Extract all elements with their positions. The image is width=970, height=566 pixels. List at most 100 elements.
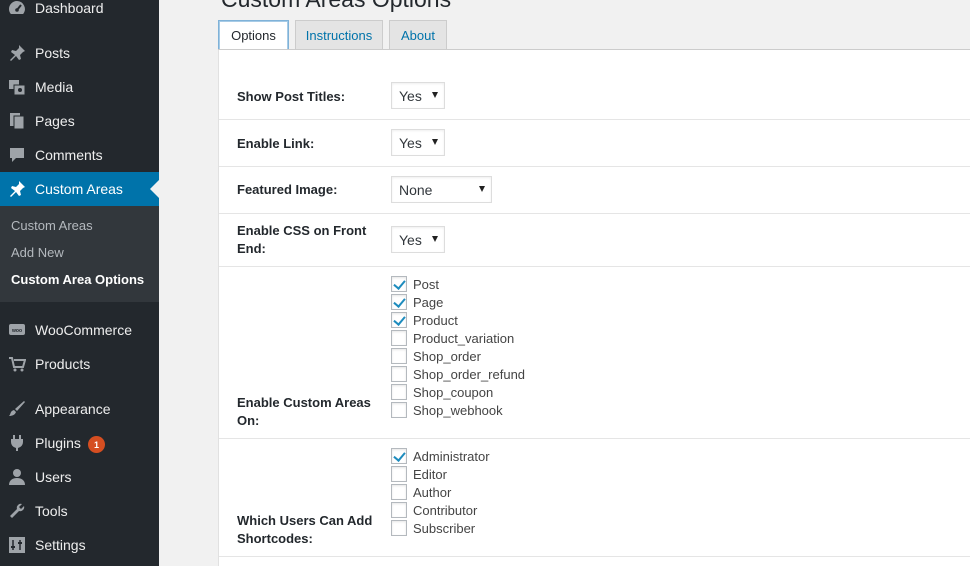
checkbox-product-variation[interactable]: Product_variation <box>391 329 514 347</box>
admin-sidebar: Dashboard Posts Media Pages Comments Cus… <box>0 0 159 566</box>
wrench-icon <box>8 502 26 520</box>
checkbox-label: Administrator <box>413 448 490 464</box>
menu-label: Comments <box>35 147 103 163</box>
menu-label: Pages <box>35 113 75 129</box>
checkbox[interactable] <box>391 276 407 292</box>
checkbox[interactable] <box>391 366 407 382</box>
menu-item-custom-areas[interactable]: Custom Areas <box>0 172 159 206</box>
label-line: End: <box>237 241 266 256</box>
menu-item-users[interactable]: Users <box>0 460 159 494</box>
checkbox-product[interactable]: Product <box>391 311 458 329</box>
tab-options[interactable]: Options <box>218 20 289 51</box>
checkbox-label: Product <box>413 312 458 328</box>
select-value: Yes <box>399 135 422 151</box>
menu-label: Posts <box>35 45 71 61</box>
checkbox[interactable] <box>391 502 407 518</box>
menu-item-pages[interactable]: Pages <box>0 104 159 138</box>
checkbox-label: Editor <box>413 466 447 482</box>
label-line: Which Users Can Add <box>237 513 373 528</box>
checkbox-label: Shop_coupon <box>413 384 494 400</box>
menu-label: Custom Areas <box>35 181 123 197</box>
checkbox-administrator[interactable]: Administrator <box>391 447 490 465</box>
featured-image-select[interactable]: None <box>391 176 492 203</box>
menu-label: Settings <box>35 537 86 553</box>
menu-label: Tools <box>35 503 68 519</box>
enable-link-select[interactable]: Yes <box>391 129 445 156</box>
enable-css-select[interactable]: Yes <box>391 226 445 253</box>
checkbox[interactable] <box>391 348 407 364</box>
submenu-item-custom-areas[interactable]: Custom Areas <box>11 218 93 234</box>
checkbox-post[interactable]: Post <box>391 275 439 293</box>
menu-item-products[interactable]: Products <box>0 347 159 381</box>
active-menu-arrow <box>150 180 159 198</box>
checkbox-label: Subscriber <box>413 520 476 536</box>
menu-item-settings[interactable]: Settings <box>0 528 159 562</box>
checkbox[interactable] <box>391 520 407 536</box>
menu-item-plugins[interactable]: Plugins 1 <box>0 426 159 460</box>
menu-label: Media <box>35 79 74 95</box>
checkbox-contributor[interactable]: Contributor <box>391 501 477 519</box>
menu-item-posts[interactable]: Posts <box>0 36 159 70</box>
checkbox[interactable] <box>391 402 407 418</box>
tab-instructions[interactable]: Instructions <box>295 20 383 50</box>
menu-label: Appearance <box>35 401 111 417</box>
checkbox-label: Post <box>413 276 440 292</box>
menu-item-comments[interactable]: Comments <box>0 138 159 172</box>
row-divider <box>219 119 970 120</box>
menu-item-dashboard[interactable]: Dashboard <box>0 0 159 25</box>
woo-icon: woo <box>8 321 26 339</box>
checkbox-page[interactable]: Page <box>391 293 443 311</box>
show-post-titles-select[interactable]: Yes <box>391 82 445 109</box>
dropdown-arrow-icon <box>432 92 438 98</box>
checkbox[interactable] <box>391 312 407 328</box>
label-line: Shortcodes: <box>237 531 313 546</box>
users-shortcodes-label: Which Users Can Add Shortcodes: <box>237 512 372 548</box>
label-line: On: <box>237 413 260 428</box>
media-icon <box>8 78 26 96</box>
page-title: Custom Areas Options <box>221 0 451 13</box>
label-line: Enable CSS on Front <box>237 223 367 238</box>
enable-css-label: Enable CSS on Front End: <box>237 222 366 258</box>
checkbox-shop-order-refund[interactable]: Shop_order_refund <box>391 365 525 383</box>
row-divider <box>219 556 970 557</box>
brush-icon <box>8 400 26 418</box>
checkbox-shop-order[interactable]: Shop_order <box>391 347 481 365</box>
dropdown-arrow-icon <box>432 139 438 145</box>
label-line: Enable Custom Areas <box>237 395 371 410</box>
checkbox-shop-webhook[interactable]: Shop_webhook <box>391 401 503 419</box>
checkbox-label: Shop_order <box>413 348 481 364</box>
checkbox[interactable] <box>391 484 407 500</box>
plugin-icon <box>8 434 26 452</box>
checkbox[interactable] <box>391 294 407 310</box>
checkbox[interactable] <box>391 384 407 400</box>
tab-about[interactable]: About <box>389 20 447 50</box>
checkbox[interactable] <box>391 330 407 346</box>
select-value: Yes <box>399 88 422 104</box>
dropdown-arrow-icon <box>432 236 438 242</box>
menu-label: Users <box>35 469 72 485</box>
comment-icon <box>8 146 26 164</box>
checkbox-editor[interactable]: Editor <box>391 465 447 483</box>
select-value: Yes <box>399 232 422 248</box>
checkbox-subscriber[interactable]: Subscriber <box>391 519 475 537</box>
checkbox-author[interactable]: Author <box>391 483 451 501</box>
featured-image-label: Featured Image: <box>237 182 338 197</box>
pin-icon <box>8 44 26 62</box>
menu-item-woocommerce[interactable]: woo WooCommerce <box>0 313 159 347</box>
checkbox[interactable] <box>391 448 407 464</box>
dashboard-icon <box>8 0 26 17</box>
menu-item-appearance[interactable]: Appearance <box>0 392 159 426</box>
select-value: None <box>399 182 433 198</box>
checkbox[interactable] <box>391 466 407 482</box>
checkbox-label: Contributor <box>413 502 478 518</box>
menu-label: Plugins <box>35 435 81 451</box>
row-divider <box>219 166 970 167</box>
plugins-update-badge: 1 <box>88 436 105 453</box>
menu-label: Dashboard <box>35 0 104 16</box>
settings-icon <box>8 536 26 554</box>
submenu-item-add-new[interactable]: Add New <box>11 245 64 261</box>
menu-item-media[interactable]: Media <box>0 70 159 104</box>
submenu-item-custom-area-options[interactable]: Custom Area Options <box>11 272 144 288</box>
checkbox-shop-coupon[interactable]: Shop_coupon <box>391 383 493 401</box>
menu-item-tools[interactable]: Tools <box>0 494 159 528</box>
